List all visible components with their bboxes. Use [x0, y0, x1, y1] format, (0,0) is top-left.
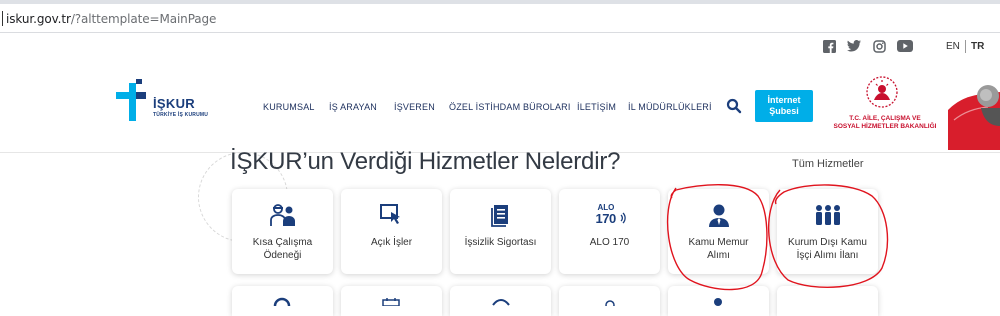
service-card-kurum-disi-kamu-isci[interactable]: Kurum Dışı Kamu İşçi Alımı İlanı [777, 189, 878, 274]
lang-tr-link[interactable]: TR [971, 41, 984, 52]
search-icon[interactable] [726, 98, 742, 114]
twitter-icon[interactable] [847, 40, 861, 53]
service-label-line1: Kısa Çalışma [252, 237, 313, 248]
facebook-icon[interactable] [822, 40, 836, 53]
logo-subtitle: TÜRKİYE İŞ KURUMU [153, 112, 209, 118]
handshake-icon [492, 299, 510, 306]
person-tie-icon [668, 203, 769, 227]
service-label-line1: Açık İşler [370, 237, 413, 248]
url-text[interactable]: iskur.gov.tr/?alttemplate=MainPage [6, 12, 216, 26]
service-label-line1: ALO 170 [589, 237, 630, 248]
iskur-logo-mark [116, 79, 146, 121]
youtube-icon[interactable] [897, 40, 913, 53]
service-card-row2-2[interactable] [341, 286, 442, 316]
service-label: Açık İşler [345, 236, 438, 249]
service-card-issizlik-sigortasi[interactable]: İşsizlik Sigortası [450, 189, 551, 274]
text-cursor [2, 11, 3, 26]
alo170-icon-bottom: 170 [595, 211, 617, 226]
circle-icon [273, 297, 291, 306]
cursor-click-icon [341, 203, 442, 227]
nav-isveren[interactable]: İŞVEREN [394, 102, 435, 112]
browser-tab-strip-edge [0, 0, 1000, 4]
url-host: iskur.gov.tr [6, 12, 71, 26]
instagram-icon[interactable] [872, 40, 886, 53]
browser-address-bar[interactable]: iskur.gov.tr/?alttemplate=MainPage [0, 0, 1000, 33]
person-icon [714, 298, 722, 306]
service-label-line2: Ödeneği [263, 250, 302, 261]
all-services-link[interactable]: Tüm Hizmetler [792, 158, 864, 170]
url-path: /?alttemplate=MainPage [70, 12, 217, 26]
service-card-row2-4[interactable] [559, 286, 660, 316]
nav-iletisim[interactable]: İLETİŞİM [577, 102, 616, 112]
service-label-line1: Kamu Memur [688, 237, 749, 248]
section-heading: İŞKUR’un Verdiği Hizmetler Nelerdir? [230, 148, 621, 175]
ministry-line1: T.C. AİLE, ÇALIŞMA VE [849, 115, 921, 122]
service-card-row2-6[interactable] [777, 286, 878, 316]
service-label: Kurum Dışı Kamu İşçi Alımı İlanı [781, 236, 874, 262]
internet-subesi-button[interactable]: İnternet Şubesi [755, 90, 813, 122]
service-card-kisa-calisma[interactable]: Kısa Çalışma Ödeneği [232, 189, 333, 274]
service-label: İşsizlik Sigortası [454, 236, 547, 249]
service-label-line2: Alımı [707, 250, 730, 261]
service-label-line1: İşsizlik Sigortası [464, 237, 537, 248]
eservice-line2: Şubesi [769, 106, 799, 116]
service-label: Kamu Memur Alımı [672, 236, 765, 262]
service-label-line2: İşçi Alımı İlanı [796, 250, 859, 261]
service-label-line1: Kurum Dışı Kamu [788, 237, 867, 248]
service-card-row2-3[interactable] [450, 286, 551, 316]
service-card-acik-isler[interactable]: Açık İşler [341, 189, 442, 274]
lang-separator [965, 40, 966, 53]
location-pin-icon [605, 300, 615, 306]
service-card-kamu-memur-alimi[interactable]: Kamu Memur Alımı [668, 189, 769, 274]
eservice-line1: İnternet [767, 95, 801, 105]
lang-en-link[interactable]: EN [946, 41, 960, 52]
nav-kurumsal[interactable]: KURUMSAL [263, 102, 315, 112]
service-card-row2-1[interactable] [232, 286, 333, 316]
workers-icon [232, 203, 333, 227]
calendar-icon [382, 298, 400, 306]
service-card-alo-170[interactable]: ALO 170 ALO 170 [559, 189, 660, 274]
group-icon [777, 203, 878, 227]
document-icon [450, 203, 551, 227]
ministry-name[interactable]: T.C. AİLE, ÇALIŞMA VE SOSYAL HİZMETLER B… [822, 115, 948, 131]
alo170-icon: ALO 170 [559, 203, 660, 227]
ministry-emblem-icon[interactable] [865, 75, 899, 109]
service-card-row2-5[interactable] [668, 286, 769, 316]
service-label: ALO 170 [563, 236, 656, 249]
nav-il-mudurlukleri[interactable]: İL MÜDÜRLÜKLERİ [628, 102, 712, 112]
logo-wordmark: İŞKUR [153, 96, 195, 111]
ministry-line2: SOSYAL HİZMETLER BAKANLIĞI [833, 123, 937, 130]
service-label: Kısa Çalışma Ödeneği [236, 236, 329, 262]
nav-is-arayan[interactable]: İŞ ARAYAN [329, 102, 377, 112]
flag-ataturk-banner [948, 62, 1000, 150]
nav-ozel-istihdam-burolari[interactable]: ÖZEL İSTİHDAM BÜROLARI [449, 102, 571, 112]
